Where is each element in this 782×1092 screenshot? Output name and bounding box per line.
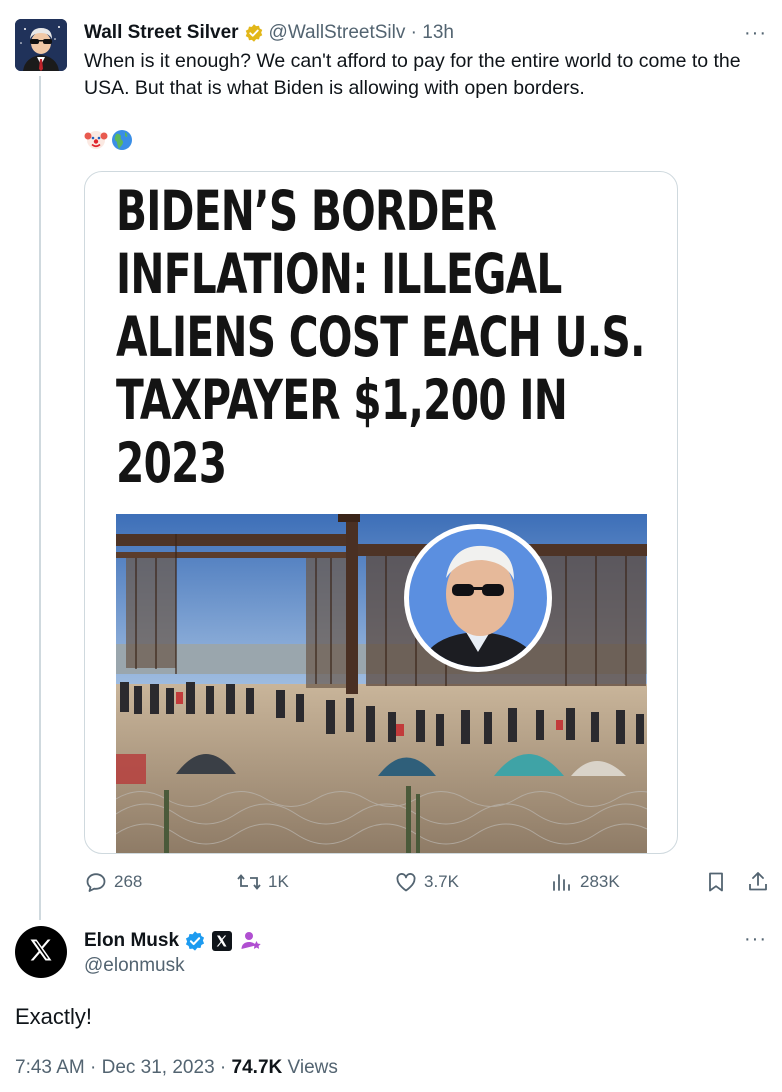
tweet2-views-label: Views — [287, 1057, 338, 1078]
tweet1-action-bar: 268 1K 3.7K 283K — [84, 868, 774, 896]
blue-verified-badge-icon[interactable] — [184, 930, 206, 952]
reply-button[interactable]: 268 — [84, 868, 142, 896]
share-upload-icon — [746, 870, 770, 894]
more-options-icon[interactable]: ··· — [744, 928, 767, 951]
media-card[interactable]: BIDEN’S BORDER INFLATION: ILLEGAL ALIENS… — [84, 171, 678, 854]
tweet1-header: Wall Street Silver @WallStreetSilv · 13h — [84, 20, 454, 46]
tweet2-author-name[interactable]: Elon Musk — [84, 930, 179, 952]
avatar-elon-musk[interactable] — [15, 926, 67, 978]
repost-count: 1K — [268, 872, 289, 891]
tweet2-views-count[interactable]: 74.7K — [232, 1057, 283, 1078]
person-sparkle-emoji-icon — [240, 930, 262, 952]
x-logo-icon — [27, 936, 55, 969]
tweet1-text: When is it enough? We can't afford to pa… — [84, 50, 741, 99]
headline-line: 2023 — [116, 431, 227, 495]
views-bar-chart-icon — [550, 870, 574, 894]
separator-dot: · — [90, 1057, 97, 1078]
reply-bubble-icon — [84, 870, 108, 894]
like-button[interactable]: 3.7K — [394, 868, 459, 896]
reply-count: 268 — [114, 872, 143, 891]
card-headline: BIDEN’S BORDER INFLATION: ILLEGAL ALIENS… — [116, 179, 646, 495]
more-options-icon[interactable]: ··· — [744, 22, 767, 45]
headline-line: TAXPAYER $1,200 IN — [116, 368, 568, 432]
tweet2-metadata: 7:43 AM · Dec 31, 2023 · 74.7K Views — [15, 1057, 338, 1079]
tweet2-date[interactable]: Dec 31, 2023 — [102, 1057, 215, 1078]
clown-face-emoji-icon — [84, 128, 108, 157]
tweet1-author-name[interactable]: Wall Street Silver — [84, 22, 239, 44]
tweet2-handle[interactable]: @elonmusk — [84, 955, 185, 977]
repost-button[interactable]: 1K — [236, 868, 289, 896]
views-button[interactable]: 283K — [550, 868, 620, 896]
separator-dot: · — [410, 22, 417, 43]
tweet2-time[interactable]: 7:43 AM — [15, 1057, 85, 1078]
tweet1-timestamp[interactable]: 13h — [422, 22, 454, 44]
headline-line: INFLATION: ILLEGAL — [116, 242, 562, 306]
tweet1-emoji-row — [84, 128, 134, 157]
bookmark-icon — [704, 870, 728, 894]
headline-line: BIDEN’S BORDER — [116, 179, 497, 243]
separator-dot: · — [219, 1057, 227, 1078]
bookmark-button[interactable] — [704, 868, 728, 896]
border-photo-image[interactable] — [116, 514, 647, 853]
heart-icon — [394, 870, 418, 894]
headline-line: ALIENS COST EACH U.S. — [116, 305, 646, 369]
tweet2-text: Exactly! — [15, 1004, 93, 1029]
globe-americas-emoji-icon — [110, 128, 134, 157]
tweet1-handle[interactable]: @WallStreetSilv — [269, 22, 406, 44]
like-count: 3.7K — [424, 872, 459, 891]
thread-connector-line — [39, 76, 41, 920]
share-button[interactable] — [746, 868, 770, 896]
tweet2-header: Elon Musk — [84, 928, 262, 954]
avatar-wall-street-silver[interactable] — [15, 19, 67, 71]
gold-verified-badge-icon[interactable] — [244, 23, 264, 43]
x-affiliate-badge-icon[interactable] — [212, 931, 233, 951]
repost-arrows-icon — [236, 870, 262, 894]
views-count: 283K — [580, 872, 620, 891]
